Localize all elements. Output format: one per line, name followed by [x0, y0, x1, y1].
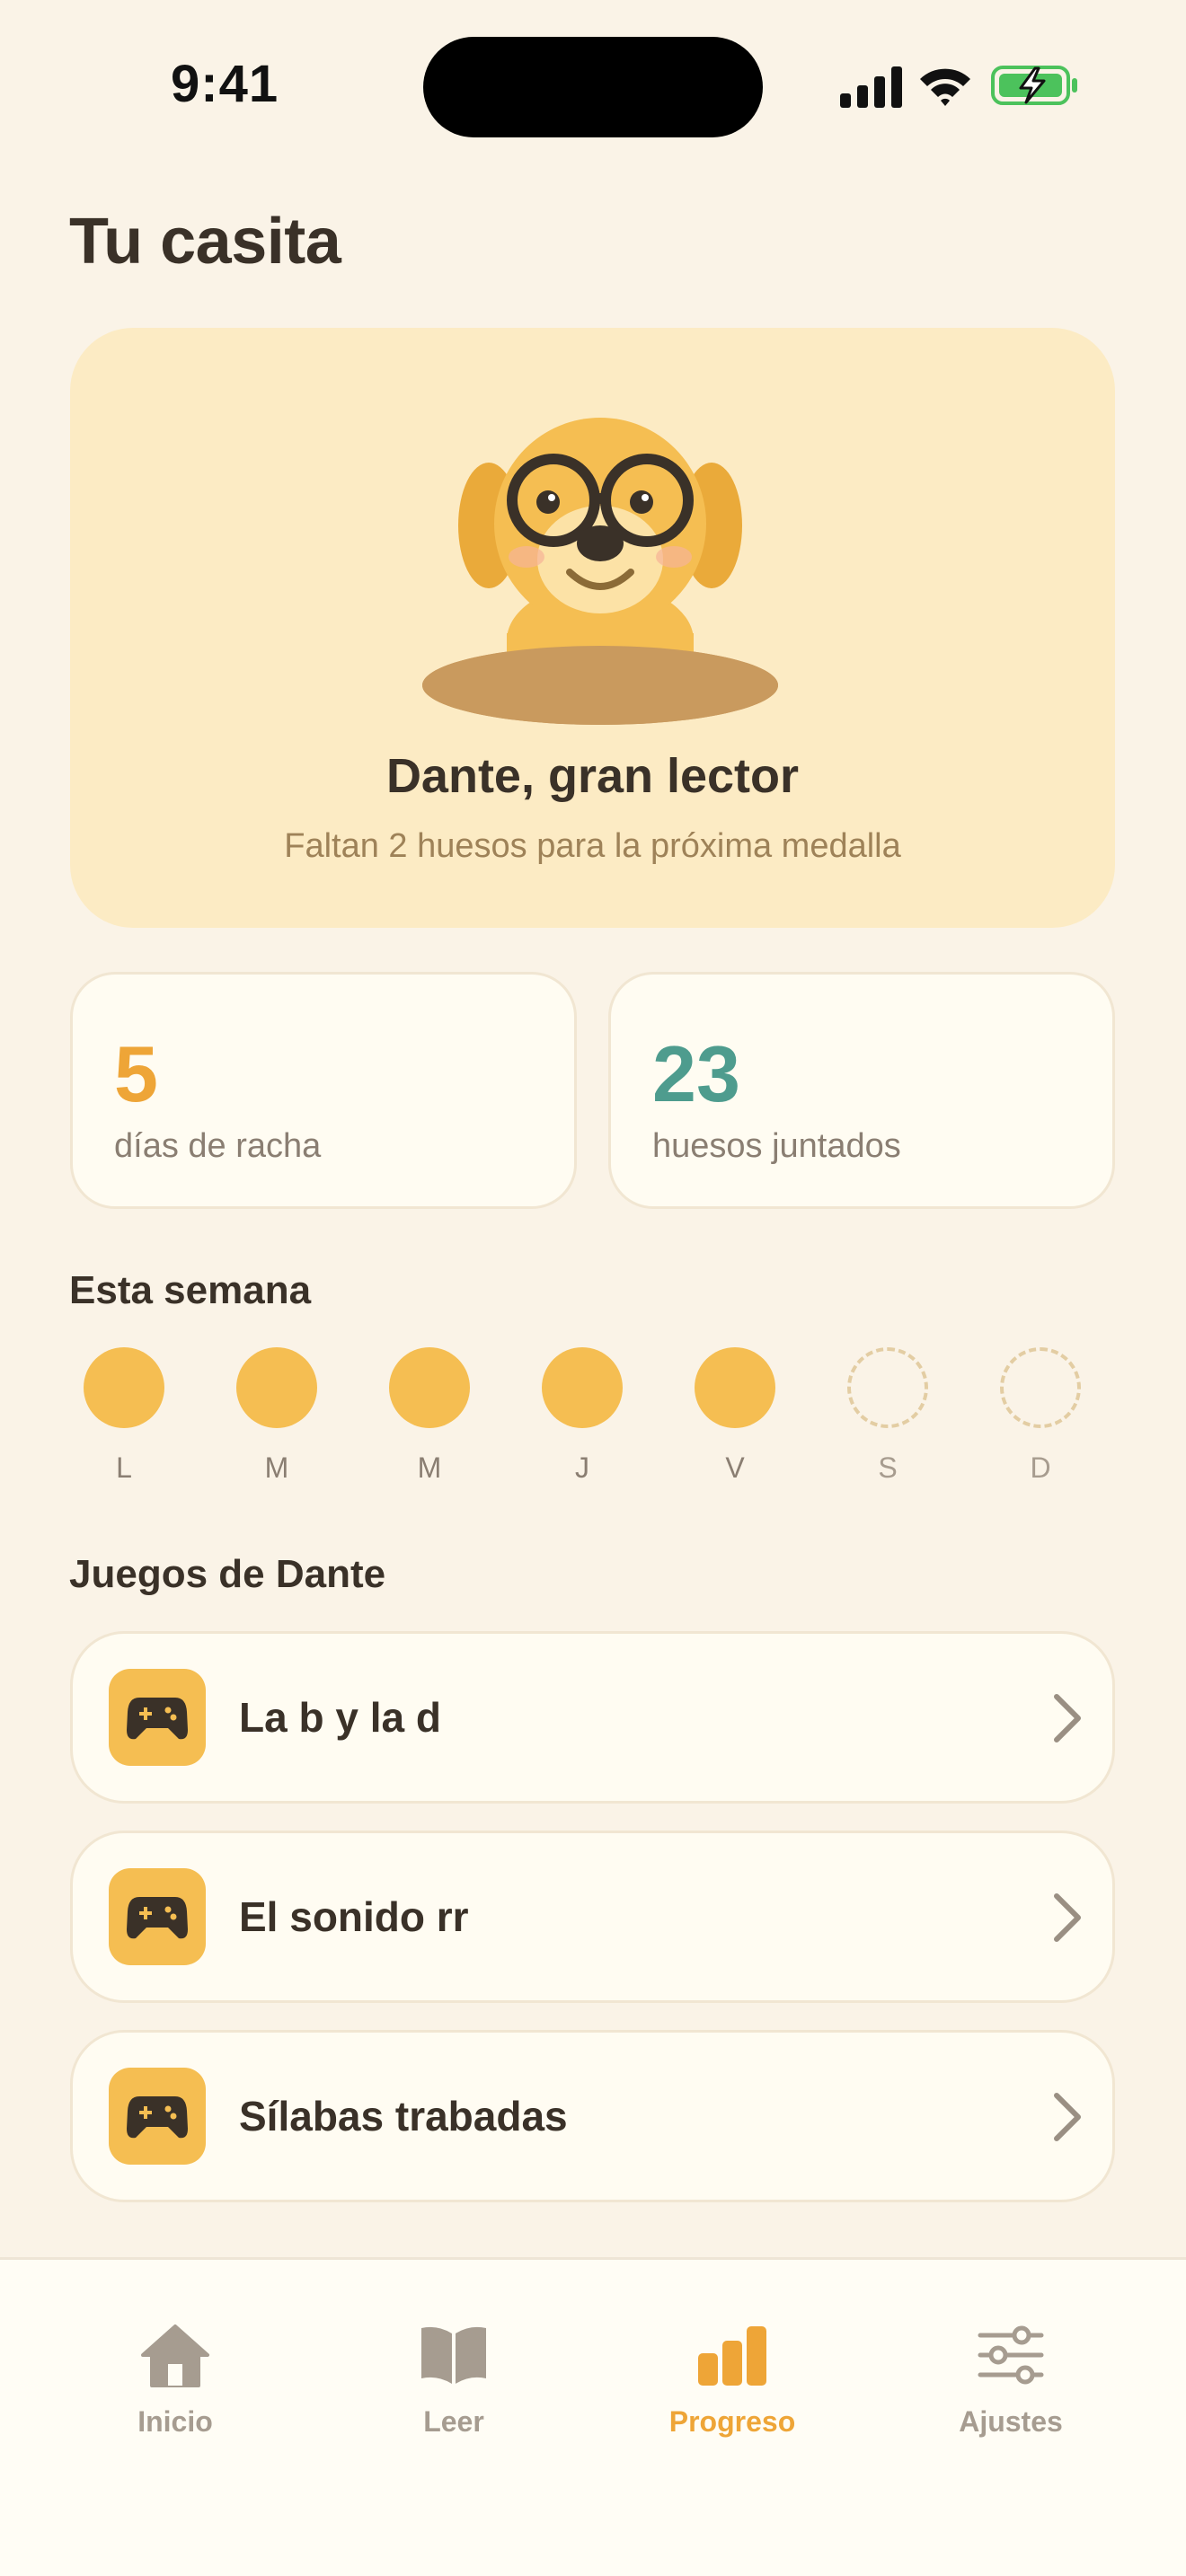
game-list-item[interactable]: Sílabas trabadas [70, 2030, 1115, 2202]
tab-bar: Inicio Leer Progreso Ajustes [0, 2257, 1186, 2576]
week-day: S [834, 1347, 942, 1491]
battery-charging-icon [991, 66, 1077, 105]
tab-leer[interactable]: Leer [341, 2323, 566, 2439]
progress-screen: 9:41 Tu casita Dante, gran lector Faltan… [0, 0, 1186, 2576]
week-day: V [681, 1347, 789, 1491]
bones-value: 23 [652, 1029, 740, 1118]
day-label: M [417, 1451, 442, 1484]
sliders-icon [978, 2325, 1044, 2385]
week-section-title: Esta semana [69, 1268, 312, 1312]
page-title: Tu casita [69, 206, 341, 278]
status-time: 9:41 [171, 55, 279, 113]
day-complete-dot [695, 1347, 775, 1428]
week-day: M [376, 1347, 483, 1491]
week-day: J [528, 1347, 636, 1491]
bones-stat-card: 23 huesos juntados [608, 972, 1115, 1209]
day-label: D [1030, 1451, 1051, 1484]
games-section-title: Juegos de Dante [69, 1552, 386, 1596]
day-pending-dot [847, 1347, 928, 1428]
tab-label: Progreso [668, 2405, 796, 2438]
game-list-item[interactable]: El sonido rr [70, 1831, 1115, 2003]
game-title: La b y la d [239, 1694, 441, 1741]
book-icon [421, 2326, 486, 2384]
mascot-subtitle: Faltan 2 huesos para la próxima medalla [284, 827, 901, 865]
day-label: L [116, 1451, 132, 1484]
week-day: D [987, 1347, 1094, 1491]
gamepad-icon [109, 1669, 206, 1766]
streak-value: 5 [114, 1029, 158, 1118]
cellular-signal-icon [840, 66, 902, 108]
dog-mascot-illustration [422, 418, 778, 725]
wifi-icon [920, 68, 970, 106]
mascot-title: Dante, gran lector [385, 749, 800, 803]
week-tracker: L M M J V S D [70, 1347, 1115, 1491]
dynamic-island [423, 37, 763, 137]
game-title: Sílabas trabadas [239, 2093, 568, 2139]
tab-label: Leer [423, 2405, 484, 2438]
bar-chart-icon [698, 2326, 766, 2386]
game-title: El sonido rr [239, 1893, 469, 1940]
home-icon [141, 2325, 209, 2387]
day-complete-dot [84, 1347, 164, 1428]
week-day: M [223, 1347, 331, 1491]
gamepad-icon [109, 1868, 206, 1965]
mascot-card: Dante, gran lector Faltan 2 huesos para … [70, 328, 1115, 928]
day-complete-dot [389, 1347, 470, 1428]
chevron-right-icon [1054, 2093, 1081, 2141]
week-day: L [70, 1347, 178, 1491]
day-label: V [725, 1451, 745, 1484]
day-complete-dot [542, 1347, 623, 1428]
day-pending-dot [1000, 1347, 1081, 1428]
tab-label: Inicio [137, 2405, 213, 2438]
tab-inicio[interactable]: Inicio [63, 2323, 288, 2439]
chevron-right-icon [1054, 1893, 1081, 1942]
day-label: S [878, 1451, 898, 1484]
streak-label: días de racha [114, 1127, 322, 1165]
day-label: J [575, 1451, 589, 1484]
tab-progreso[interactable]: Progreso [620, 2323, 845, 2439]
game-list-item[interactable]: La b y la d [70, 1631, 1115, 1804]
streak-stat-card: 5 días de racha [70, 972, 577, 1209]
tab-ajustes[interactable]: Ajustes [898, 2323, 1123, 2439]
bones-label: huesos juntados [652, 1127, 901, 1165]
day-complete-dot [236, 1347, 317, 1428]
status-bar: 9:41 [0, 0, 1186, 171]
gamepad-icon [109, 2068, 206, 2165]
tab-label: Ajustes [959, 2405, 1063, 2438]
day-label: M [264, 1451, 289, 1484]
chevron-right-icon [1054, 1694, 1081, 1742]
